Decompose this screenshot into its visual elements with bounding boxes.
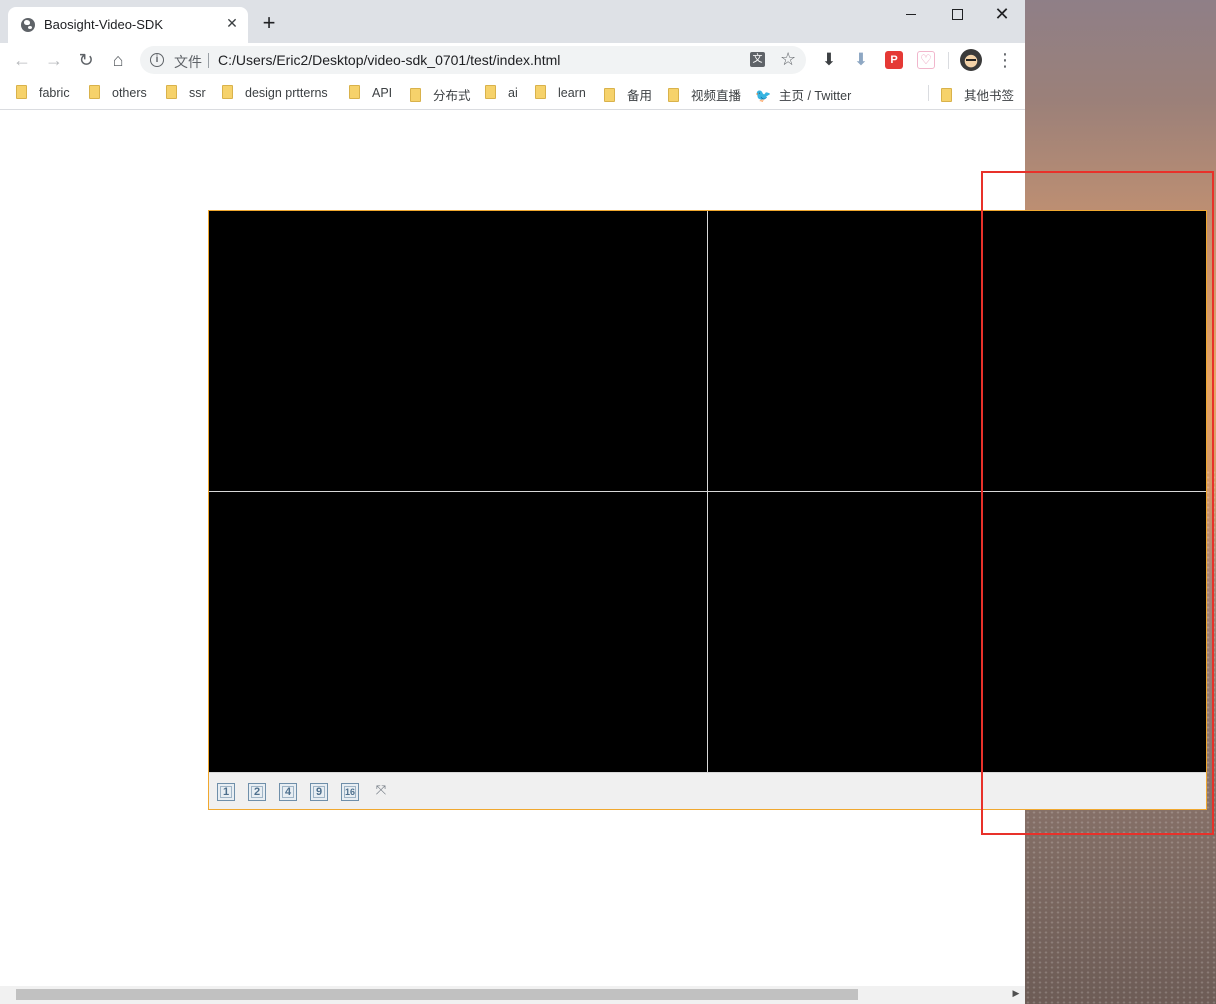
globe-icon <box>21 18 35 32</box>
bookmarks-divider <box>928 85 929 101</box>
video-cell[interactable] <box>209 211 707 491</box>
scrollbar-thumb[interactable] <box>16 989 858 1000</box>
forward-button[interactable]: → <box>42 48 66 72</box>
twitter-icon: 🐦 <box>755 88 772 103</box>
profile-avatar[interactable] <box>960 49 982 71</box>
home-button[interactable]: ⌂ <box>106 48 130 72</box>
translate-icon[interactable]: 文 <box>750 52 765 67</box>
folder-icon <box>89 85 100 99</box>
folder-icon <box>485 85 496 99</box>
bookmark-learn[interactable]: learn <box>535 85 586 101</box>
maximize-button[interactable] <box>934 0 980 30</box>
bookmarks-bar: fabric others ssr design prtterns API 分布… <box>0 77 1025 110</box>
toolbar-divider <box>948 52 949 69</box>
bookmark-ai[interactable]: ai <box>485 85 518 101</box>
player-controls: 1 2 4 9 16 ⤧ <box>209 774 1206 809</box>
fullscreen-icon[interactable]: ⤧ <box>373 782 389 798</box>
reload-button[interactable]: ↻ <box>74 48 98 72</box>
folder-icon <box>16 85 27 99</box>
layout-2-button[interactable]: 2 <box>248 783 266 801</box>
scheme-label: 文件 <box>174 54 202 70</box>
minimize-button[interactable] <box>888 0 934 30</box>
bookmark-others[interactable]: others <box>89 85 147 101</box>
tab-active[interactable]: Baosight-Video-SDK ✕ <box>8 7 248 43</box>
folder-icon <box>166 85 177 99</box>
tab-strip: Baosight-Video-SDK ✕ + ✕ <box>0 0 1025 43</box>
close-window-button[interactable]: ✕ <box>979 0 1025 30</box>
layout-16-button[interactable]: 16 <box>341 783 359 801</box>
bookmark-distributed[interactable]: 分布式 <box>410 85 471 103</box>
back-button[interactable]: ← <box>10 48 34 72</box>
folder-icon <box>941 88 952 102</box>
bookmark-other-bookmarks[interactable]: 其他书签 <box>941 85 1014 103</box>
folder-icon <box>668 88 679 102</box>
bookmark-fabric[interactable]: fabric <box>16 85 70 101</box>
bookmark-backup[interactable]: 备用 <box>604 85 652 103</box>
folder-icon <box>222 85 233 99</box>
info-icon[interactable]: i <box>150 53 164 67</box>
bookmark-design-patterns[interactable]: design prtterns <box>222 85 328 101</box>
video-cell[interactable] <box>708 492 1206 772</box>
bookmark-twitter[interactable]: 🐦 主页 / Twitter <box>755 85 851 103</box>
tab-title: Baosight-Video-SDK <box>44 17 163 32</box>
new-tab-button[interactable]: + <box>258 12 280 34</box>
bookmark-api[interactable]: API <box>349 85 392 101</box>
video-cell[interactable] <box>209 492 707 772</box>
pink-extension-icon[interactable]: ♡ <box>917 51 935 69</box>
video-cell[interactable] <box>708 211 1206 491</box>
omnibox-divider <box>208 53 209 68</box>
bookmark-ssr[interactable]: ssr <box>166 85 206 101</box>
video-player: 1 2 4 9 16 ⤧ <box>208 210 1207 810</box>
folder-icon <box>604 88 615 102</box>
layout-1-button[interactable]: 1 <box>217 783 235 801</box>
url-text[interactable]: C:/Users/Eric2/Desktop/video-sdk_0701/te… <box>218 52 560 68</box>
folder-icon <box>349 85 360 99</box>
download-extension-icon[interactable]: ⬇ <box>852 51 870 69</box>
bookmark-live-video[interactable]: 视频直播 <box>668 85 741 103</box>
folder-icon <box>410 88 421 102</box>
scroll-right-arrow[interactable]: ▶ <box>1010 988 1022 999</box>
horizontal-scrollbar[interactable]: ▶ <box>0 986 1025 1004</box>
red-extension-icon[interactable]: P <box>885 51 903 69</box>
layout-4-button[interactable]: 4 <box>279 783 297 801</box>
download-icon[interactable]: ⬇ <box>820 51 838 69</box>
address-bar[interactable]: i 文件 C:/Users/Eric2/Desktop/video-sdk_07… <box>140 46 806 74</box>
star-icon[interactable]: ☆ <box>780 49 796 70</box>
browser-toolbar: ← → ↻ ⌂ i 文件 C:/Users/Eric2/Desktop/vide… <box>0 43 1025 77</box>
menu-icon[interactable]: ⋮ <box>996 48 1014 72</box>
folder-icon <box>535 85 546 99</box>
tab-close-icon[interactable]: ✕ <box>224 15 240 31</box>
video-grid <box>209 211 1206 773</box>
layout-9-button[interactable]: 9 <box>310 783 328 801</box>
